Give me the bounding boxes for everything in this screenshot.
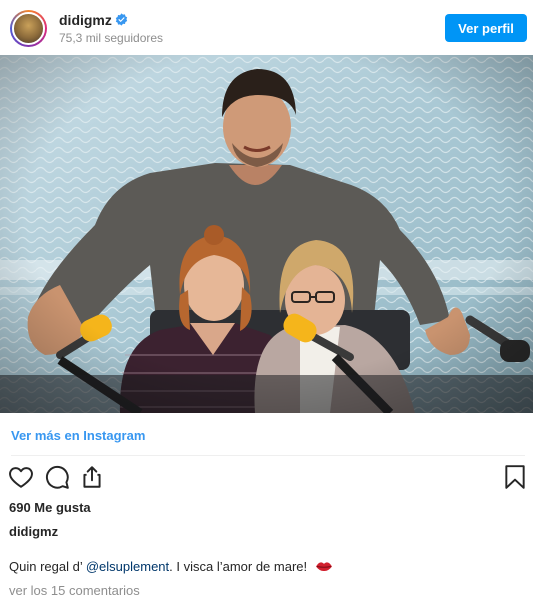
view-more-on-instagram-link[interactable]: Ver más en Instagram xyxy=(11,428,145,443)
instagram-embed: didigmz 75,3 mil seguidores Ver perfil V… xyxy=(0,0,533,603)
caption-mention-link[interactable]: @elsuplement xyxy=(86,559,169,574)
username[interactable]: didigmz xyxy=(59,12,112,28)
comment-icon[interactable] xyxy=(44,464,70,490)
post-header: didigmz 75,3 mil seguidores Ver perfil xyxy=(0,0,533,55)
avatar[interactable] xyxy=(10,10,47,47)
divider xyxy=(11,455,525,456)
post-owner-username[interactable]: didigmz xyxy=(9,524,58,539)
lips-emoji-icon xyxy=(315,562,332,572)
avatar-image xyxy=(12,12,45,45)
bookmark-icon[interactable] xyxy=(502,464,528,490)
like-count[interactable]: 690 Me gusta xyxy=(9,500,91,515)
post-photo[interactable] xyxy=(0,55,533,413)
share-icon[interactable] xyxy=(79,464,105,490)
view-comments-link[interactable]: ver los 15 comentarios xyxy=(9,583,140,598)
photo-illustration xyxy=(0,55,533,413)
action-bar xyxy=(0,462,533,494)
caption-text-end: . I visca l’amor de mare! xyxy=(169,559,308,574)
follower-count: 75,3 mil seguidores xyxy=(59,31,164,45)
post-caption: Quin regal d’ @elsuplement. I visca l’am… xyxy=(9,559,333,574)
verified-badge-icon xyxy=(115,13,128,26)
heart-icon[interactable] xyxy=(8,464,34,490)
view-profile-button[interactable]: Ver perfil xyxy=(445,14,527,42)
caption-text-start: Quin regal d’ xyxy=(9,559,86,574)
